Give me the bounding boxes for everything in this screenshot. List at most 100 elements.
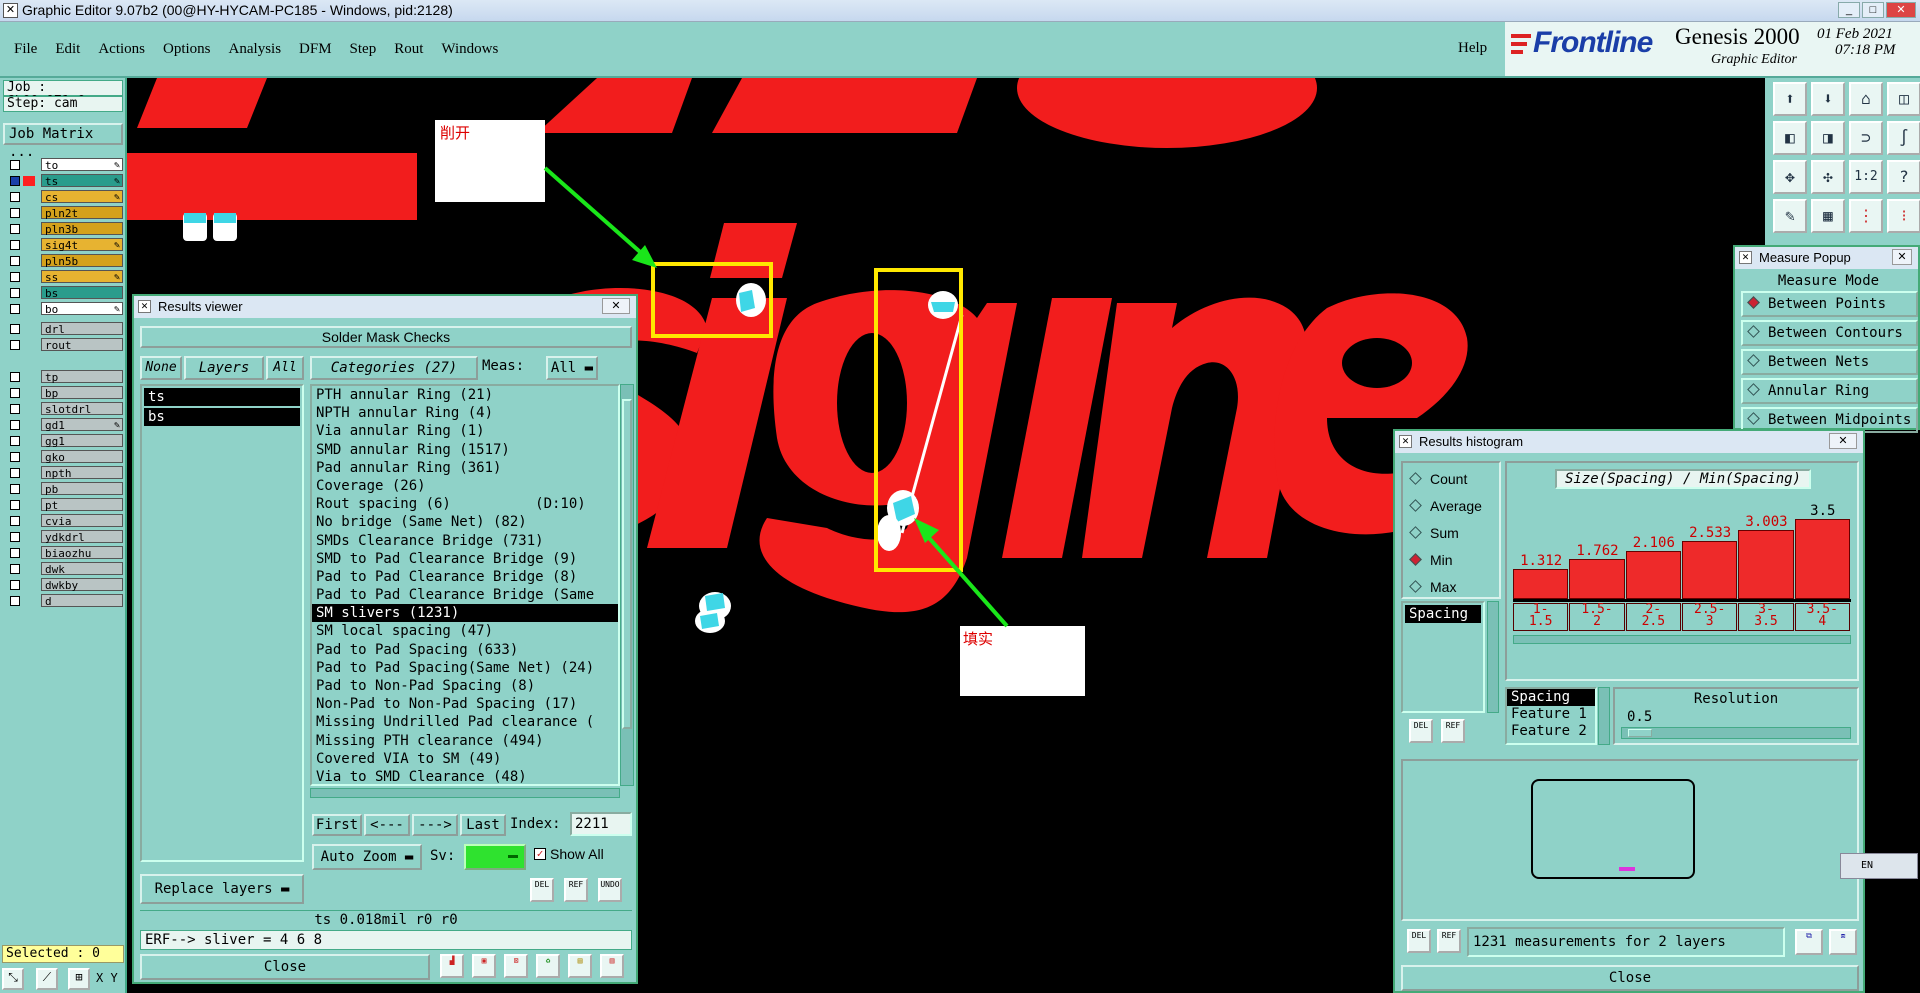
layer-row-d[interactable]: d — [3, 594, 123, 608]
histogram-bar[interactable] — [1513, 569, 1569, 599]
reshape-icon[interactable]: ⊃ — [1849, 121, 1883, 155]
move-left-icon[interactable]: ◧ — [1773, 121, 1807, 155]
layer-checkbox[interactable] — [10, 340, 20, 350]
histogram-bar[interactable] — [1794, 519, 1850, 599]
layer-checkbox[interactable] — [10, 192, 20, 202]
category-item[interactable]: No bridge (Same Net) (82) — [312, 513, 618, 531]
home-icon[interactable]: ⌂ — [1849, 82, 1883, 116]
layer-row-dwkby[interactable]: dwkby — [3, 578, 123, 592]
layer-row-to[interactable]: to ✎ — [3, 158, 123, 172]
layer-row-ts[interactable]: ts ✎ — [3, 174, 123, 188]
resolution-slider[interactable] — [1621, 727, 1851, 739]
auto-zoom-dropdown[interactable]: Auto Zoom ▬ — [312, 844, 422, 870]
previous-button[interactable]: <--- — [364, 814, 410, 836]
measure-mode-option[interactable]: Annular Ring — [1741, 378, 1918, 404]
move-right-icon[interactable]: ◨ — [1811, 121, 1845, 155]
index-input[interactable] — [570, 812, 632, 836]
category-item[interactable]: Pad to Pad Clearance Bridge (8) — [312, 568, 618, 586]
layer-row-pln5b[interactable]: pln5b — [3, 254, 123, 268]
category-item[interactable]: Pad to Pad Spacing(Same Net) (24) — [312, 659, 618, 677]
layer-row-pb[interactable]: pb — [3, 482, 123, 496]
none-button[interactable]: None — [140, 356, 182, 380]
layer-row-biaozhu[interactable]: biaozhu — [3, 546, 123, 560]
layer-checkbox[interactable] — [10, 160, 20, 170]
histogram-bar[interactable] — [1682, 541, 1738, 599]
menu-file[interactable]: File — [14, 41, 37, 58]
zoom-to-icon[interactable]: ⧉ — [1795, 929, 1823, 955]
frame-icon[interactable]: ▣ — [472, 954, 496, 978]
category-scrollbar[interactable] — [620, 384, 634, 786]
histogram-ref-button-2[interactable]: REF — [1437, 929, 1461, 953]
zoom-area-icon[interactable]: ✣ — [1811, 160, 1845, 194]
histogram-del-button-2[interactable]: DEL — [1407, 929, 1431, 953]
category-item[interactable]: Missing Undrilled Pad clearance ( — [312, 713, 618, 731]
refresh-icon[interactable]: ♻ — [536, 954, 560, 978]
layer-checkbox[interactable] — [10, 516, 20, 526]
attribute-scrollbar[interactable] — [1487, 601, 1499, 713]
zoom-fit-icon[interactable]: ✥ — [1773, 160, 1807, 194]
sort-field-item[interactable]: Feature 1 — [1507, 706, 1595, 723]
menu-help[interactable]: Help — [1458, 40, 1487, 57]
close-window-button[interactable]: ✕ — [1886, 2, 1916, 18]
curve-icon[interactable]: ∫ — [1887, 121, 1920, 155]
layer-checkbox[interactable] — [10, 256, 20, 266]
attribute-list[interactable]: Spacing — [1401, 601, 1485, 713]
report-icon[interactable]: ▤ — [568, 954, 592, 978]
layer-row-dwk[interactable]: dwk — [3, 562, 123, 576]
layer-checkbox[interactable] — [10, 404, 20, 414]
layer-row-cvia[interactable]: cvia — [3, 514, 123, 528]
show-all-checkbox[interactable]: ✓ — [534, 848, 546, 860]
layer-checkbox[interactable] — [10, 484, 20, 494]
ref-button[interactable]: REF — [564, 878, 588, 902]
category-item[interactable]: Via annular Ring (1) — [312, 422, 618, 440]
layer-row-npth[interactable]: npth — [3, 466, 123, 480]
histogram-ref-button[interactable]: REF — [1441, 719, 1465, 743]
histogram-bar[interactable] — [1625, 550, 1681, 599]
layer-row-tp[interactable]: tp — [3, 370, 123, 384]
menu-edit[interactable]: Edit — [55, 41, 80, 58]
measure-mode-option[interactable]: Between Contours — [1741, 320, 1918, 346]
layers-button[interactable]: Layers — [184, 356, 264, 380]
menu-dfm[interactable]: DFM — [299, 41, 332, 58]
layer-checkbox[interactable] — [10, 500, 20, 510]
category-item[interactable]: Missing PTH clearance (494) — [312, 732, 618, 750]
sort-scrollbar[interactable] — [1598, 687, 1610, 745]
layer-row-gko[interactable]: gko — [3, 450, 123, 464]
undo-button[interactable]: UNDO — [598, 878, 622, 902]
last-button[interactable]: Last — [460, 814, 506, 836]
result-layer-item[interactable]: ts — [144, 388, 300, 406]
drill-icon[interactable]: ⁝ — [1887, 199, 1920, 233]
aggregate-option[interactable]: Sum — [1409, 523, 1459, 543]
measure-mode-option[interactable]: Between Points — [1741, 291, 1918, 317]
histogram-icon[interactable]: ▥ — [600, 954, 624, 978]
categories-button[interactable]: Categories (27) — [310, 356, 478, 380]
chart-icon[interactable]: ▟ — [440, 954, 464, 978]
category-item[interactable]: SMD annular Ring (1517) — [312, 441, 618, 459]
layer-checkbox[interactable] — [10, 388, 20, 398]
grid-tool-icon[interactable]: ⊞ — [68, 968, 90, 990]
category-item[interactable]: Via to SMD Clearance (48) — [312, 768, 618, 784]
layer-row-gg1[interactable]: gg1 — [3, 434, 123, 448]
save-icon[interactable]: ⬇ — [1811, 82, 1845, 116]
layer-row-bo[interactable]: bo ✎ — [3, 302, 123, 316]
category-item[interactable]: Coverage (26) — [312, 477, 618, 495]
layer-row-drl[interactable]: drl — [3, 322, 123, 336]
layer-row-ss[interactable]: ss ✎ — [3, 270, 123, 284]
menu-analysis[interactable]: Analysis — [229, 41, 282, 58]
minimize-button[interactable]: _ — [1838, 2, 1860, 18]
aggregate-option[interactable]: Average — [1409, 496, 1482, 516]
layer-row-slotdrl[interactable]: slotdrl — [3, 402, 123, 416]
measure-mode-option[interactable]: Between Nets — [1741, 349, 1918, 375]
layer-row-pln3b[interactable]: pln3b — [3, 222, 123, 236]
del-button[interactable]: DEL — [530, 878, 554, 902]
export-icon[interactable]: ⧈ — [1829, 929, 1857, 955]
layer-checkbox[interactable] — [10, 548, 20, 558]
sort-field-list[interactable]: Spacing Feature 1 Feature 2 — [1505, 687, 1597, 745]
category-item[interactable]: Non-Pad to Non-Pad Spacing (17) — [312, 695, 618, 713]
layer-checkbox[interactable] — [10, 272, 20, 282]
histogram-bar[interactable] — [1738, 530, 1794, 599]
sort-field-item[interactable]: Feature 2 — [1507, 723, 1595, 740]
layer-checkbox[interactable] — [10, 596, 20, 606]
result-layer-item[interactable]: bs — [144, 408, 300, 426]
results-histogram-close-x-button[interactable]: ✕ — [1829, 433, 1857, 449]
